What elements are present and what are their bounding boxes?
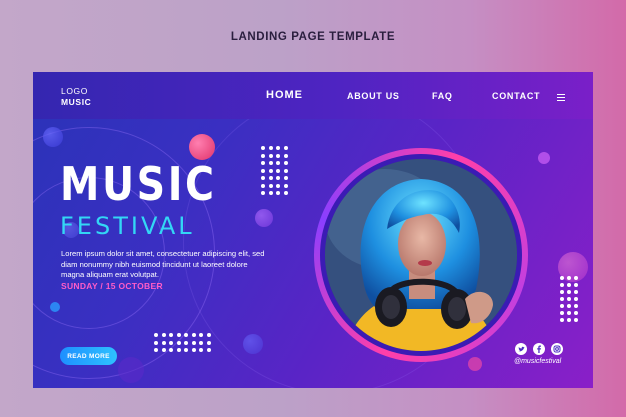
decor-orb (50, 302, 60, 312)
nav-about-us[interactable]: ABOUT US (347, 91, 400, 101)
dot-pattern (261, 146, 288, 195)
decor-orb (468, 357, 482, 371)
decor-orb (255, 209, 273, 227)
page-caption: LANDING PAGE TEMPLATE (230, 31, 396, 43)
twitter-icon[interactable] (515, 343, 527, 355)
decor-orb (118, 357, 144, 383)
decor-orb (43, 127, 63, 147)
nav-faq[interactable]: FAQ (432, 91, 453, 101)
nav-contact[interactable]: CONTACT (492, 91, 540, 101)
event-date: SUNDAY / 15 OCTOBER (61, 281, 163, 291)
instagram-icon[interactable] (551, 343, 563, 355)
hero-photo (325, 159, 517, 351)
decor-orb (538, 152, 550, 164)
dot-pattern (560, 276, 578, 322)
navbar: LOGO MUSIC HOME ABOUT US FAQ CONTACT (33, 72, 593, 119)
logo[interactable]: LOGO MUSIC (61, 86, 91, 108)
logo-text-line1: LOGO (61, 86, 88, 96)
dot-pattern (154, 333, 211, 352)
read-more-button[interactable]: READ MORE (60, 347, 117, 365)
landing-page-frame: LOGO MUSIC HOME ABOUT US FAQ CONTACT MUS… (33, 72, 593, 388)
facebook-icon[interactable] (533, 343, 545, 355)
logo-text-line2: MUSIC (61, 97, 92, 107)
dj-portrait-image (325, 159, 517, 351)
hamburger-icon[interactable] (557, 94, 565, 103)
hero-subtitle: FESTIVAL (60, 212, 195, 240)
nav-home[interactable]: HOME (266, 89, 303, 101)
social-handle: @musicfestival (514, 358, 562, 365)
decor-orb (243, 334, 263, 354)
hero-description: Lorem ipsum dolor sit amet, consectetuer… (61, 249, 265, 279)
hero-title: MUSIC (60, 157, 217, 211)
